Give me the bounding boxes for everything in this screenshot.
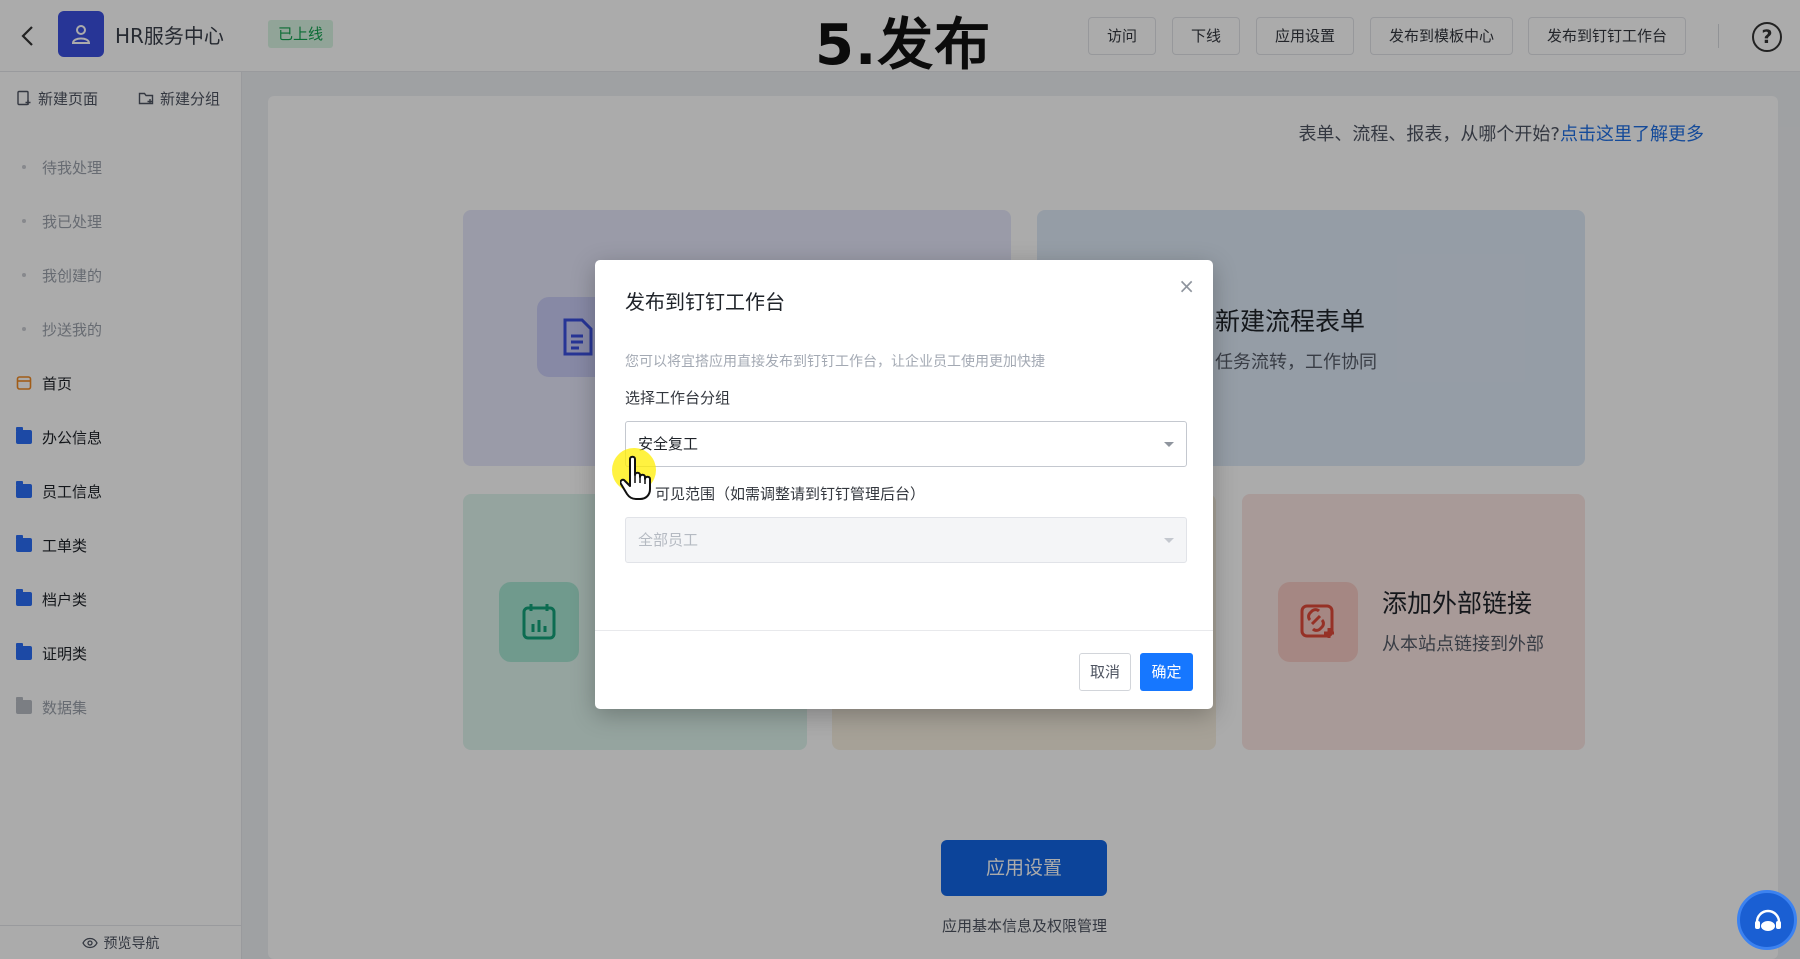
scope-field-label: 可见范围（如需调整请到钉钉管理后台） — [655, 485, 926, 503]
chevron-down-icon — [1164, 538, 1174, 543]
cancel-button[interactable]: 取消 — [1079, 653, 1131, 691]
hand-pointer-icon — [620, 455, 651, 500]
select-value: 安全复工 — [638, 435, 699, 453]
select-value: 全部员工 — [638, 531, 699, 549]
group-field-label: 选择工作台分组 — [625, 389, 731, 407]
headset-chat-icon — [1755, 909, 1781, 931]
chevron-down-icon — [1164, 442, 1174, 447]
dialog-footer-divider — [595, 630, 1213, 631]
workbench-group-select[interactable]: 安全复工 — [625, 421, 1187, 467]
confirm-button[interactable]: 确定 — [1140, 653, 1193, 691]
dialog-description: 您可以将宜搭应用直接发布到钉钉工作台，让企业员工使用更加快捷 — [625, 354, 1045, 370]
close-icon[interactable]: × — [1178, 274, 1195, 298]
dialog-title: 发布到钉钉工作台 — [625, 290, 785, 314]
publish-dingtalk-dialog: 发布到钉钉工作台 × 您可以将宜搭应用直接发布到钉钉工作台，让企业员工使用更加快… — [595, 260, 1213, 709]
customer-service-button[interactable] — [1737, 890, 1797, 950]
visible-scope-select: 全部员工 — [625, 517, 1187, 563]
